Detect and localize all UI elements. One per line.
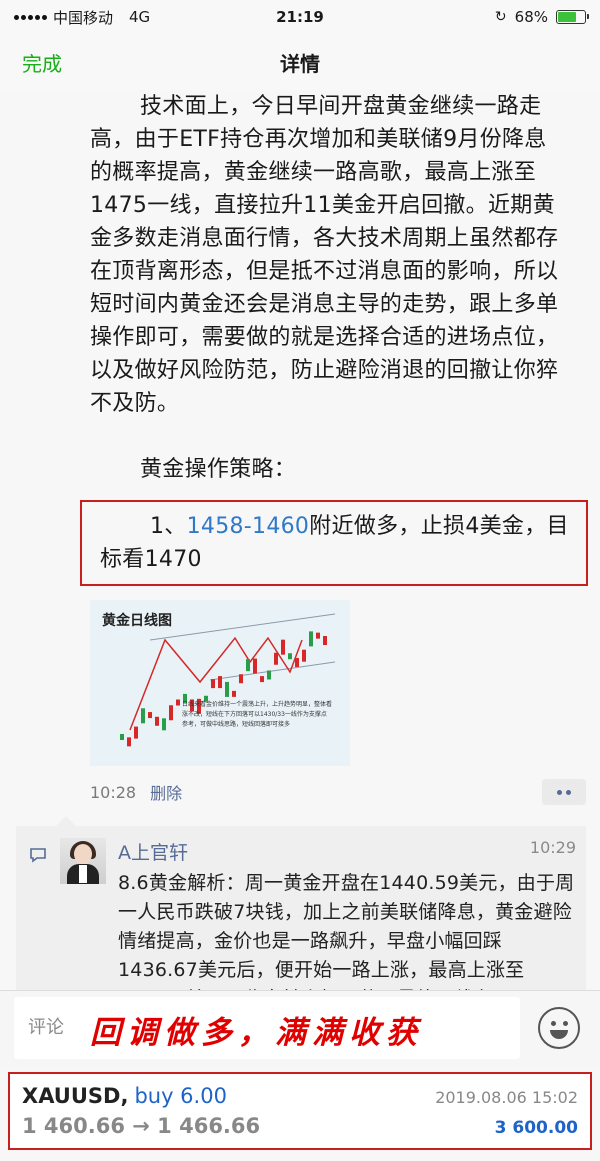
strategy-title: 黄金操作策略： bbox=[140, 457, 297, 482]
strategy-highlight-box: 1、1458-1460附近做多，止损4美金，目标看1470 bbox=[80, 500, 588, 586]
trade-action: buy 6.00 bbox=[134, 1084, 227, 1108]
trade-date: 2019.08.06 15:02 bbox=[435, 1088, 578, 1107]
candle bbox=[246, 659, 250, 672]
battery-icon bbox=[556, 10, 589, 24]
battery-percent: 68% bbox=[514, 8, 548, 26]
candle bbox=[120, 734, 124, 740]
candle bbox=[295, 657, 299, 667]
comment-section: A上官轩 10:29 8.6黄金解析：周一黄金开盘在1440.59美元，由于周一… bbox=[16, 816, 586, 990]
emoji-icon[interactable] bbox=[538, 1007, 580, 1049]
chart-image-note: 日线来看金价维持一个震荡上升，上升趋势明显，整体看涨不改，短线在下方回落可以14… bbox=[182, 701, 333, 728]
comment-bar: 评论 回调做多，满满收获 bbox=[0, 990, 600, 1068]
comment-placeholder: 评论 bbox=[28, 1017, 64, 1038]
network-label: 4G bbox=[129, 8, 151, 26]
strategy-prefix: 1、 bbox=[150, 514, 187, 539]
candle bbox=[323, 636, 327, 646]
candle bbox=[225, 681, 229, 697]
candle bbox=[232, 690, 236, 697]
status-bar: 中国移动 4G 21:19 ↻ 68% bbox=[0, 0, 600, 34]
candle bbox=[274, 652, 278, 665]
candle bbox=[127, 737, 131, 747]
comment-text: 8.6黄金解析：周一黄金开盘在1440.59美元，由于周一人民币跌破7块钱，加上… bbox=[118, 872, 575, 990]
candle bbox=[253, 658, 257, 674]
candle bbox=[148, 712, 152, 719]
overlay-caption: 回调做多，满满收获 bbox=[90, 1015, 423, 1051]
candle bbox=[162, 718, 166, 731]
strategy-price-link[interactable]: 1458-1460 bbox=[187, 514, 310, 539]
status-left: 中国移动 4G bbox=[14, 7, 214, 28]
candle bbox=[211, 679, 215, 689]
comment-head: A上官轩 10:29 bbox=[118, 838, 576, 865]
post-meta: 10:28 删除 bbox=[90, 774, 586, 810]
avatar[interactable] bbox=[60, 838, 106, 884]
candle bbox=[281, 639, 285, 655]
post-detail[interactable]: 技术面上，今日早间开盘黄金继续一路走高，由于ETF持仓再次增加和美联储9月份降息… bbox=[0, 90, 600, 990]
status-right: ↻ 68% bbox=[494, 8, 589, 26]
post-time: 10:28 bbox=[90, 782, 137, 802]
page-title: 详情 bbox=[280, 51, 320, 76]
gold-daily-chart-image[interactable]: 黄金日线图 日线来看金价维持一个震荡上升，上升趋势明显，整体看涨不改，短线在下方… bbox=[90, 600, 350, 766]
channel-lower-line bbox=[209, 661, 336, 681]
nav-bar: 完成 详情 bbox=[0, 34, 600, 90]
comment-item[interactable]: A上官轩 10:29 8.6黄金解析：周一黄金开盘在1440.59美元，由于周一… bbox=[16, 838, 576, 990]
trade-row-bottom: 1 460.66 → 1 466.66 3 600.00 bbox=[22, 1108, 578, 1138]
candle bbox=[260, 676, 264, 683]
candle bbox=[141, 708, 145, 724]
comment-author[interactable]: A上官轩 bbox=[118, 838, 188, 865]
candle bbox=[267, 670, 271, 680]
candle bbox=[176, 699, 180, 706]
trade-row-top: XAUUSD, buy 6.00 2019.08.06 15:02 bbox=[22, 1084, 578, 1108]
signal-icon bbox=[14, 14, 47, 20]
candle bbox=[302, 649, 306, 662]
comment-icon bbox=[16, 838, 60, 990]
candle bbox=[239, 674, 243, 684]
strategy-line: 1、1458-1460附近做多，止损4美金，目标看1470 bbox=[90, 510, 578, 576]
done-button[interactable]: 完成 bbox=[22, 48, 62, 77]
trade-symbol: XAUUSD, bbox=[22, 1084, 129, 1108]
post-paragraph: 技术面上，今日早间开盘黄金继续一路走高，由于ETF持仓再次增加和美联储9月份降息… bbox=[90, 94, 559, 416]
trade-profit: 3 600.00 bbox=[494, 1118, 578, 1138]
comment-input[interactable]: 评论 回调做多，满满收获 bbox=[14, 997, 520, 1059]
more-icon[interactable] bbox=[542, 779, 586, 805]
chart-image-title: 黄金日线图 bbox=[102, 613, 172, 629]
channel-upper-line bbox=[149, 613, 336, 641]
comment-time: 10:29 bbox=[529, 838, 576, 857]
orientation-lock-icon: ↻ bbox=[494, 9, 507, 25]
post: 技术面上，今日早间开盘黄金继续一路走高，由于ETF持仓再次增加和美联储9月份降息… bbox=[0, 90, 600, 810]
candle bbox=[316, 632, 320, 639]
carrier-label: 中国移动 bbox=[53, 8, 114, 27]
trade-record: XAUUSD, buy 6.00 2019.08.06 15:02 1 460.… bbox=[8, 1072, 592, 1150]
candle bbox=[134, 726, 138, 739]
candle bbox=[218, 676, 222, 689]
candle bbox=[155, 716, 159, 726]
candle bbox=[288, 653, 292, 660]
trade-prices: 1 460.66 → 1 466.66 bbox=[22, 1114, 261, 1138]
comment-body: A上官轩 10:29 8.6黄金解析：周一黄金开盘在1440.59美元，由于周一… bbox=[118, 838, 576, 990]
candle bbox=[169, 705, 173, 721]
candle bbox=[309, 631, 313, 647]
delete-button[interactable]: 删除 bbox=[150, 780, 182, 804]
